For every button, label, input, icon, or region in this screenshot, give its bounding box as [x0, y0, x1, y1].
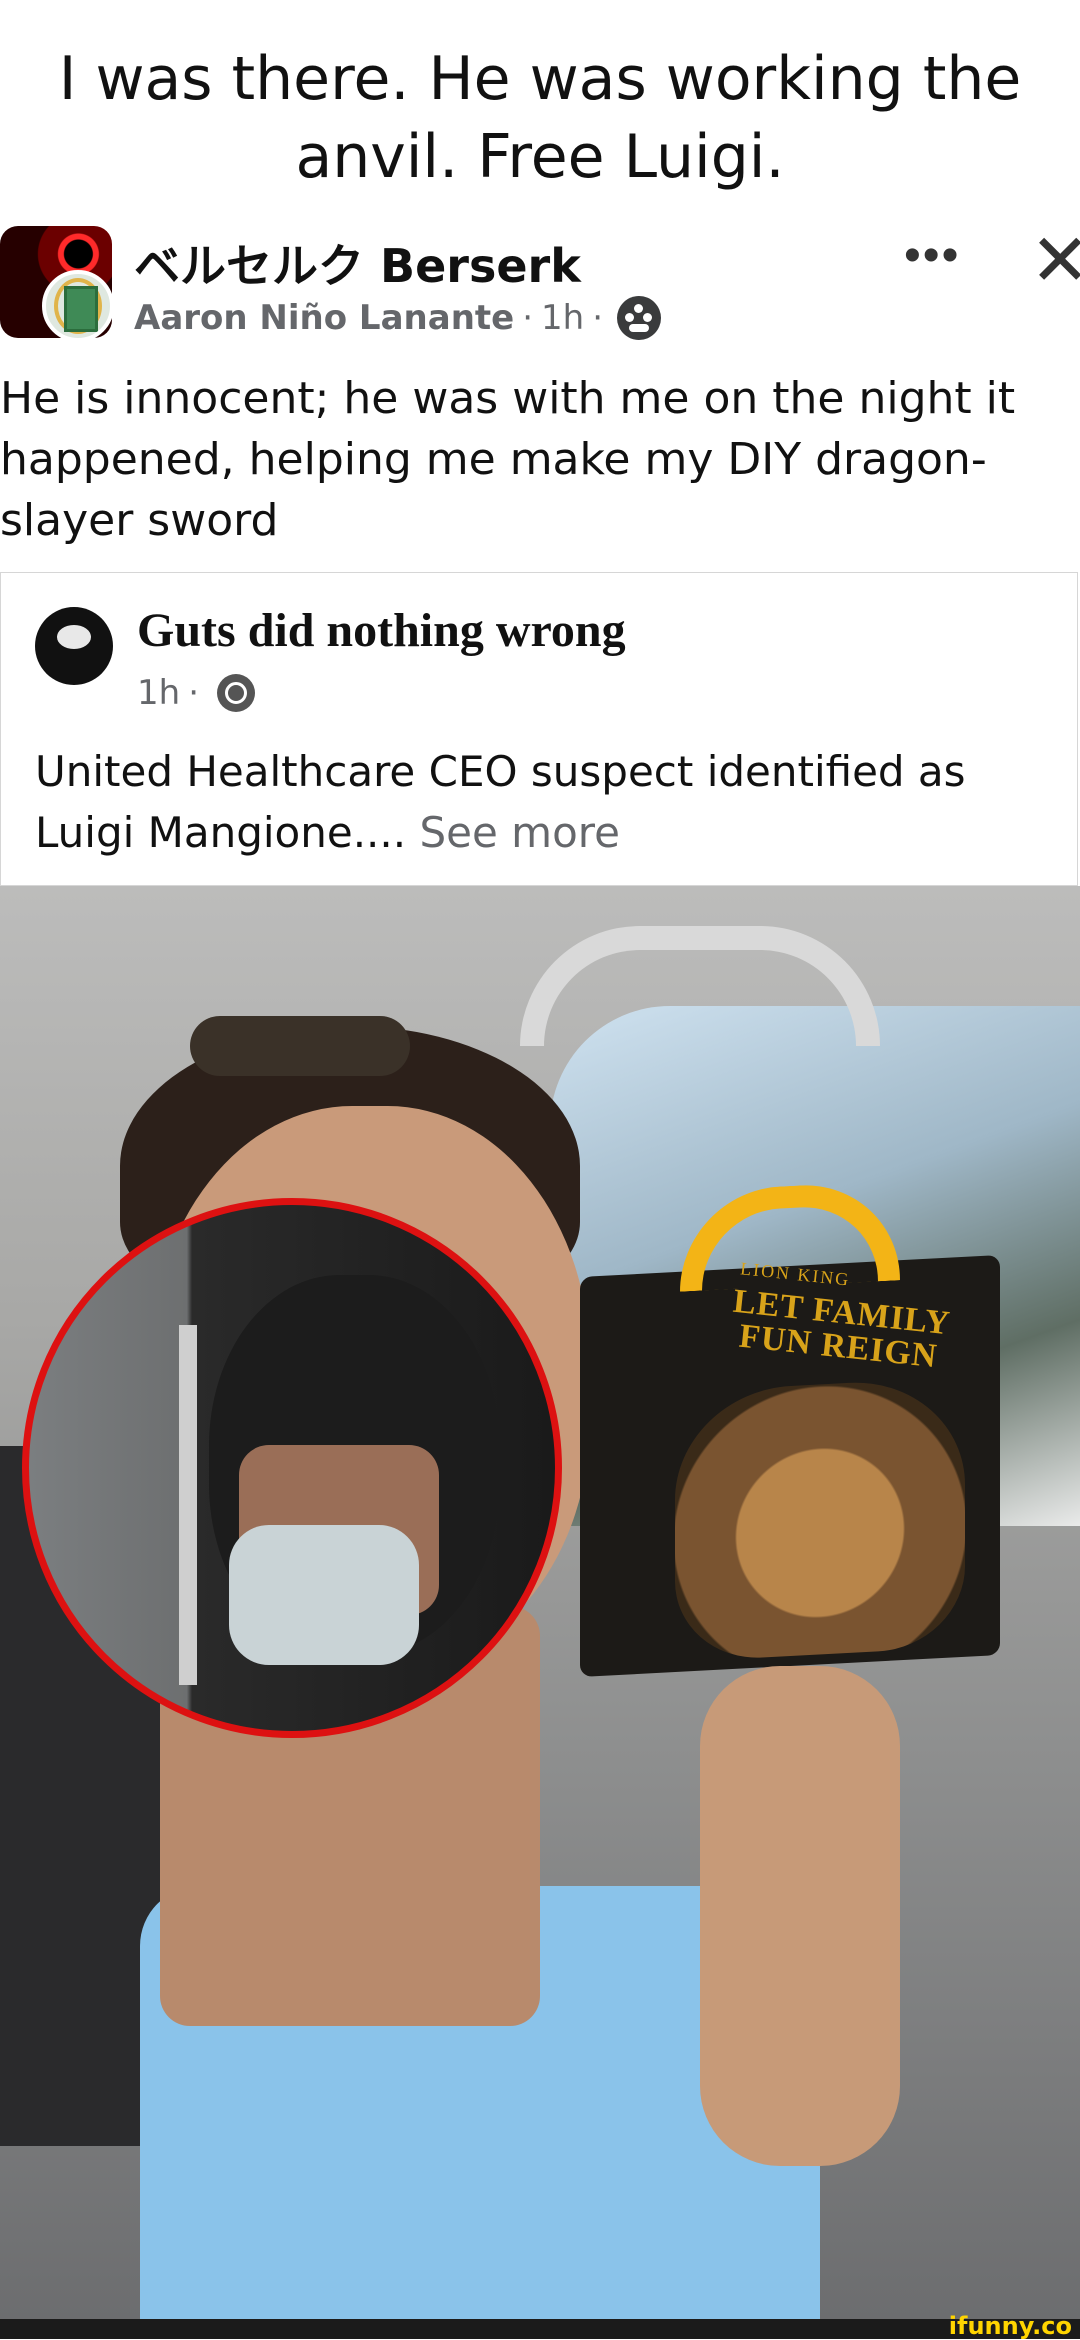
lion-cub-image [675, 1376, 965, 1663]
shared-post-time[interactable]: 1h [137, 673, 180, 713]
page-avatar[interactable] [35, 607, 113, 685]
inset-face-mask [229, 1525, 419, 1665]
footer-bar [0, 2319, 1080, 2339]
see-more-link[interactable]: See more [419, 808, 619, 857]
caption-line-2: anvil. Free Luigi. [295, 122, 785, 192]
inset-pole [179, 1325, 197, 1685]
post-text: He is innocent; he was with me on the ni… [0, 373, 1016, 546]
group-members-icon [617, 296, 662, 340]
sunglasses [190, 1016, 410, 1076]
more-options-icon[interactable]: ••• [904, 228, 960, 283]
post-meta: Aaron Niño Lanante · 1h · [134, 296, 662, 340]
suspect-inset-photo [22, 1198, 562, 1738]
meta-separator: · [592, 298, 604, 338]
grab-handle [520, 926, 880, 1046]
shared-post-meta: 1h · [137, 673, 255, 713]
group-name[interactable]: ベルセルク Berserk [134, 230, 581, 296]
caption-line-1: I was there. He was working the [58, 44, 1022, 114]
avatar-card [64, 286, 98, 332]
post-photo[interactable]: LION KING LET FAMILY FUN REIGN [0, 886, 1080, 2319]
globe-icon [217, 674, 255, 712]
post-time[interactable]: 1h [541, 298, 584, 338]
meta-separator: · [188, 673, 199, 713]
shared-page-name[interactable]: Guts did nothing wrong [137, 603, 626, 658]
shared-post-text: United Healthcare CEO suspect identified… [35, 741, 1045, 863]
watermark: ifunny.co [948, 2312, 1072, 2340]
meme-caption: I was there. He was working the anvil. F… [0, 40, 1080, 196]
author-avatar[interactable] [42, 270, 114, 342]
hand [700, 1666, 900, 2166]
post-header: ベルセルク Berserk Aaron Niño Lanante · 1h · … [0, 218, 1080, 346]
close-icon[interactable]: ✕ [1030, 218, 1080, 302]
shared-post-card[interactable]: Guts did nothing wrong 1h · United Healt… [0, 572, 1078, 886]
meta-separator: · [522, 298, 534, 338]
author-name[interactable]: Aaron Niño Lanante [134, 298, 514, 338]
